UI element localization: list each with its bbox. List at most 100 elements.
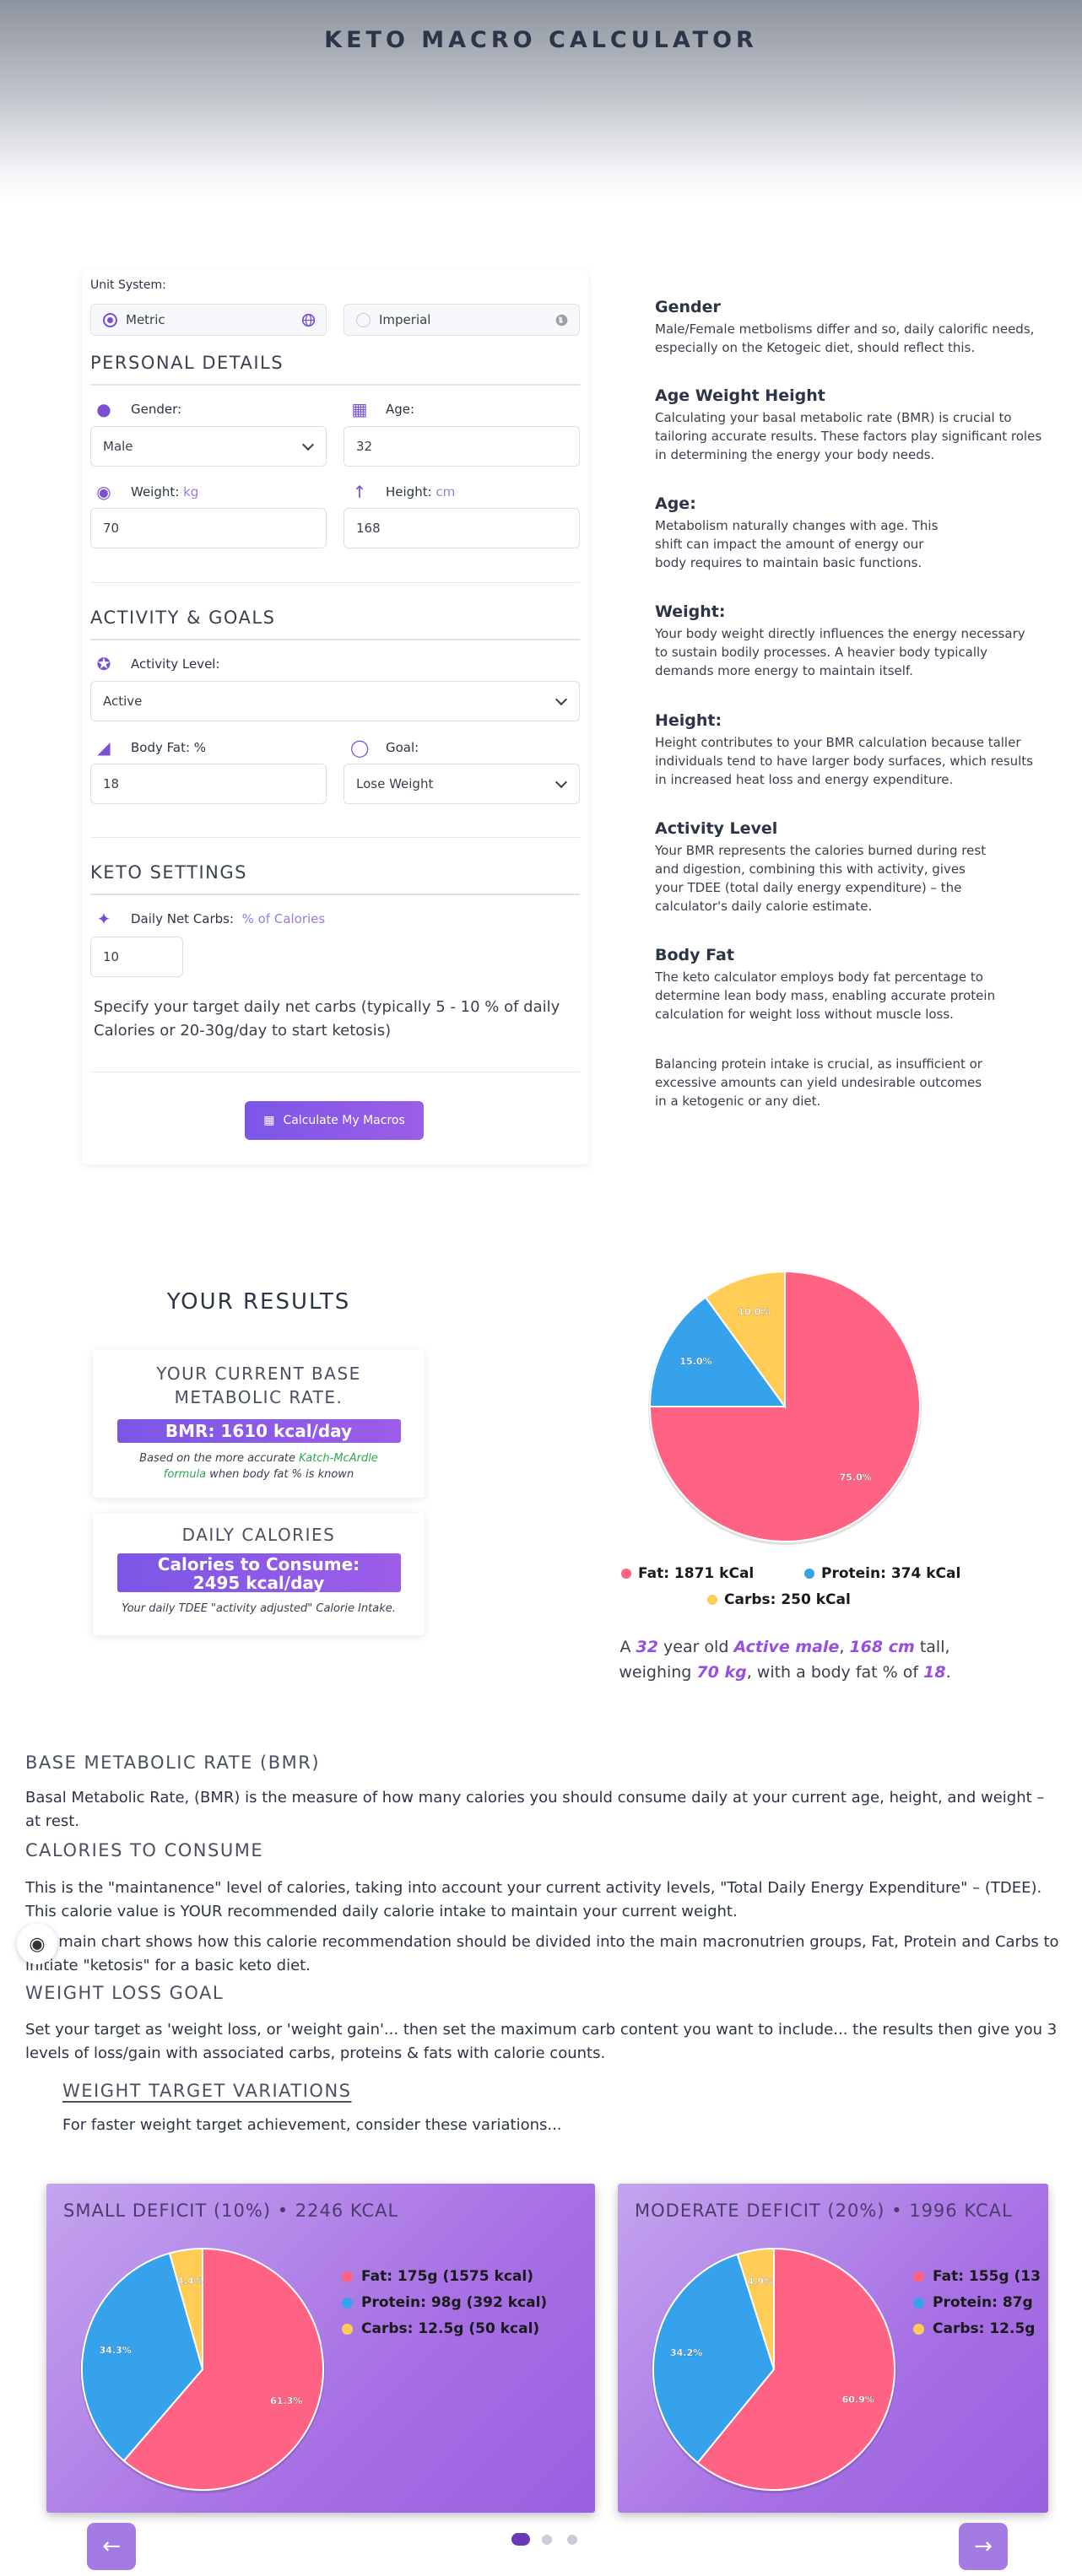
hero-banner: KETO MACRO CALCULATOR: [0, 0, 1082, 203]
gender-value: Male: [103, 439, 133, 454]
carousel-next-button[interactable]: →: [959, 2523, 1008, 2570]
carousel-dot-active[interactable]: [511, 2533, 530, 2546]
pie-slice-label: 60.9%: [842, 2395, 874, 2406]
legend-fat: Fat: 1871 kCal: [621, 1565, 754, 1582]
weight-input[interactable]: 70: [90, 508, 327, 548]
cookie-icon: ◉: [29, 1933, 46, 1955]
chevron-down-icon: [555, 775, 568, 789]
pie-slice-label: 34.2%: [670, 2347, 702, 2358]
info-bodyfat: Body Fat The keto calculator employs body…: [655, 946, 996, 1022]
calories-section-text-1: This is the "maintanence" level of calor…: [25, 1879, 1042, 1920]
goal-select[interactable]: Lose Weight: [344, 764, 580, 804]
bmr-heading: YOUR CURRENT BASE METABOLIC RATE.: [156, 1364, 361, 1407]
carousel-dot[interactable]: [542, 2535, 552, 2545]
weight-label: Weight: kg: [131, 484, 199, 500]
target-icon: ◯: [350, 737, 370, 758]
gender-select[interactable]: Male: [90, 426, 327, 467]
legend-carbs: Carbs: 12.5g: [913, 2320, 1035, 2337]
globe-icon: [555, 314, 568, 327]
unit-option-metric[interactable]: Metric: [90, 304, 327, 336]
bmr-note: Based on the more accurate Katch-McArdle…: [139, 1452, 378, 1481]
protein-dot: [342, 2297, 353, 2309]
results-title: YOUR RESULTS: [166, 1289, 351, 1315]
divider: [90, 837, 580, 838]
running-person-icon: ✪: [96, 654, 111, 674]
calculator-form: Unit System: Metric Imperial PERSONAL DE…: [82, 270, 588, 1164]
carbs-label: Daily Net Carbs: % of Calories: [131, 911, 326, 926]
gender-label: Gender:: [131, 402, 182, 417]
calories-section-text-2: The main chart shows how this calorie re…: [25, 1933, 1059, 1974]
calculator-icon: ▦: [263, 1114, 275, 1127]
page-title: KETO MACRO CALCULATOR: [324, 27, 758, 53]
age-label: Age:: [386, 402, 415, 417]
unit-option-label: Imperial: [379, 312, 431, 327]
person-icon: ●: [96, 399, 111, 419]
arrow-right-icon: →: [974, 2534, 993, 2559]
pie-slice-label: 10.0%: [738, 1306, 770, 1317]
daily-calories-card: DAILY CALORIES Calories to Consume: 2495 …: [93, 1513, 425, 1635]
section-underline: [90, 639, 580, 640]
personal-details-title: PERSONAL DETAILS: [90, 353, 284, 373]
keto-settings-title: KETO SETTINGS: [90, 862, 247, 883]
age-value: 32: [356, 439, 373, 454]
daily-calories-value: Calories to Consume: 2495 kcal/day: [116, 1553, 401, 1592]
carbs-help-text: Specify your target daily net carbs (typ…: [94, 998, 560, 1040]
calculate-button[interactable]: ▦ Calculate My Macros: [245, 1101, 424, 1140]
carrot-icon: ✦: [96, 909, 111, 929]
pie-slice-label: 15.0%: [679, 1356, 711, 1367]
carbs-dot: [913, 2323, 924, 2335]
info-protein: Balancing protein intake is crucial, as …: [655, 1056, 982, 1109]
bmr-section-title: BASE METABOLIC RATE (BMR): [25, 1752, 321, 1773]
carbs-input[interactable]: 10: [90, 937, 183, 977]
protein-dot: [913, 2297, 924, 2309]
bmr-section-text: Basal Metabolic Rate, (BMR) is the measu…: [25, 1789, 1045, 1830]
bmr-card: YOUR CURRENT BASE METABOLIC RATE. BMR: 1…: [93, 1350, 425, 1498]
legend-fat: Fat: 155g (13: [913, 2268, 1041, 2285]
variation-slide-moderate-deficit: MODERATE DEFICIT (20%) • 1996 KCAL 60.9%…: [618, 2184, 1048, 2513]
legend-protein: Protein: 98g (392 kcal): [342, 2294, 547, 2311]
carbs-dot: [342, 2323, 353, 2335]
daily-calories-note: Your daily TDEE "activity adjusted" Calo…: [122, 1602, 396, 1615]
radio-unselected-icon: [356, 312, 371, 327]
protein-dot: [804, 1569, 814, 1579]
unit-option-label: Metric: [126, 312, 165, 327]
cookie-settings-button[interactable]: ◉: [17, 1924, 57, 1964]
activity-value: Active: [103, 694, 143, 709]
legend-protein: Protein: 374 kCal: [804, 1565, 960, 1582]
legend-carbs: Carbs: 250 kCal: [707, 1591, 851, 1608]
goal-value: Lose Weight: [356, 776, 434, 791]
carousel-prev-button[interactable]: ←: [87, 2523, 136, 2570]
weight-loss-section-text: Set your target as 'weight loss, or 'wei…: [25, 2021, 1058, 2062]
weight-value: 70: [103, 521, 120, 536]
weight-loss-section-title: WEIGHT LOSS GOAL: [25, 1983, 225, 2003]
macro-pie-chart: 75.0% 15.0% 10.0%: [648, 1270, 922, 1545]
carousel-dot[interactable]: [567, 2535, 577, 2545]
chevron-down-icon: [555, 693, 568, 706]
info-age-weight-height: Age Weight Height Calculating your basal …: [655, 386, 1042, 462]
calculate-label: Calculate My Macros: [283, 1114, 405, 1127]
pie-slice-label: 4.4%: [177, 2276, 203, 2287]
legend-fat: Fat: 175g (1575 kcal): [342, 2268, 533, 2285]
bodyfat-input[interactable]: 18: [90, 764, 327, 804]
calories-section-title: CALORIES TO CONSUME: [25, 1840, 264, 1860]
carbs-value: 10: [103, 949, 120, 964]
height-input[interactable]: 168: [344, 508, 580, 548]
info-height: Height: Height contributes to your BMR ca…: [655, 711, 1034, 787]
radio-selected-icon: [103, 312, 117, 327]
unit-system-label: Unit System:: [90, 278, 166, 292]
info-gender: Gender Male/Female metbolisms differ and …: [655, 298, 1035, 355]
daily-calories-heading: DAILY CALORIES: [181, 1525, 336, 1545]
age-input[interactable]: 32: [344, 426, 580, 467]
variations-text: For faster weight target achievement, co…: [62, 2116, 562, 2134]
pie-slice-label: 75.0%: [840, 1472, 872, 1483]
slide-title: SMALL DEFICIT (10%) • 2246 KCAL: [63, 2201, 399, 2221]
goal-label: Goal:: [386, 740, 419, 755]
bmr-value: BMR: 1610 kcal/day: [116, 1419, 401, 1443]
activity-label: Activity Level:: [131, 656, 220, 672]
unit-option-imperial[interactable]: Imperial: [344, 304, 580, 336]
globe-icon: [301, 313, 316, 327]
chart-area-icon: ◢: [97, 737, 111, 758]
activity-select[interactable]: Active: [90, 681, 580, 721]
variations-title: WEIGHT TARGET VARIATIONS: [62, 2081, 352, 2101]
bodyfat-label: Body Fat: %: [131, 740, 207, 755]
